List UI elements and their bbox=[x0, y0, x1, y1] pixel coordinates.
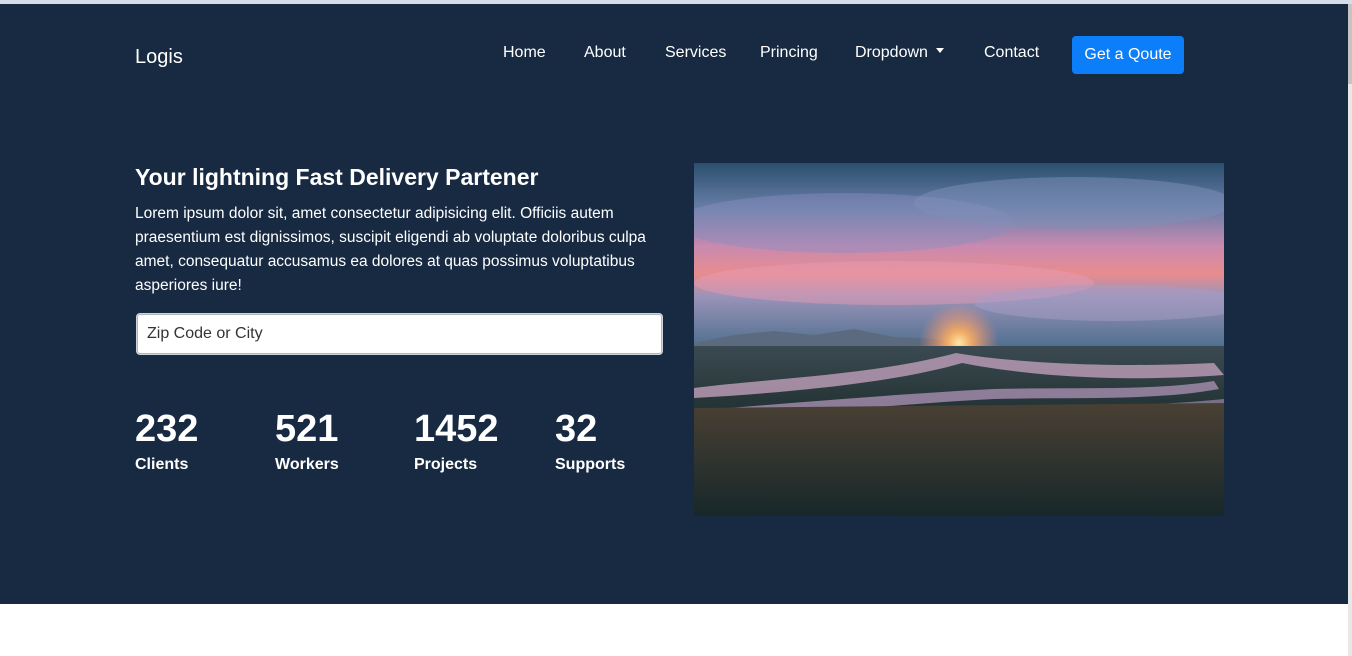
stat-label: Supports bbox=[555, 456, 626, 473]
scrollbar-track[interactable] bbox=[1348, 4, 1352, 656]
nav-dropdown-label: Dropdown bbox=[855, 44, 928, 61]
stat-label: Workers bbox=[275, 456, 339, 473]
nav-link-home[interactable]: Home bbox=[503, 44, 546, 62]
nav-link-services[interactable]: Services bbox=[665, 44, 726, 62]
hero-image bbox=[694, 163, 1224, 516]
nav-link-about[interactable]: About bbox=[584, 44, 626, 62]
get-quote-button[interactable]: Get a Qoute bbox=[1072, 36, 1184, 74]
stat-value: 1452 bbox=[414, 408, 499, 450]
stat-label: Projects bbox=[414, 456, 478, 473]
stat-value: 232 bbox=[135, 408, 199, 450]
scrollbar-thumb[interactable] bbox=[1348, 4, 1352, 84]
sunset-landscape-image bbox=[694, 163, 1224, 516]
nav-link-contact[interactable]: Contact bbox=[984, 44, 1039, 62]
stat-supports: 32 Supports bbox=[555, 406, 625, 474]
caret-down-icon bbox=[935, 48, 944, 54]
stat-label: Clients bbox=[135, 456, 189, 473]
hero-title: Your lightning Fast Delivery Partener bbox=[135, 164, 539, 190]
nav-link-pricing[interactable]: Princing bbox=[760, 44, 818, 62]
brand-logo[interactable]: Logis bbox=[135, 46, 183, 69]
hero-description: Lorem ipsum dolor sit, amet consectetur … bbox=[135, 205, 646, 294]
stat-value: 32 bbox=[555, 408, 598, 450]
stat-value: 521 bbox=[275, 408, 339, 450]
stat-clients: 232 Clients bbox=[135, 406, 198, 474]
stat-workers: 521 Workers bbox=[275, 406, 339, 474]
hero-section: Logis Home About Services Princing Dropd… bbox=[0, 4, 1349, 604]
zip-city-input[interactable] bbox=[136, 313, 663, 355]
stat-projects: 1452 Projects bbox=[414, 406, 499, 474]
nav-dropdown-toggle[interactable]: Dropdown bbox=[855, 44, 944, 62]
